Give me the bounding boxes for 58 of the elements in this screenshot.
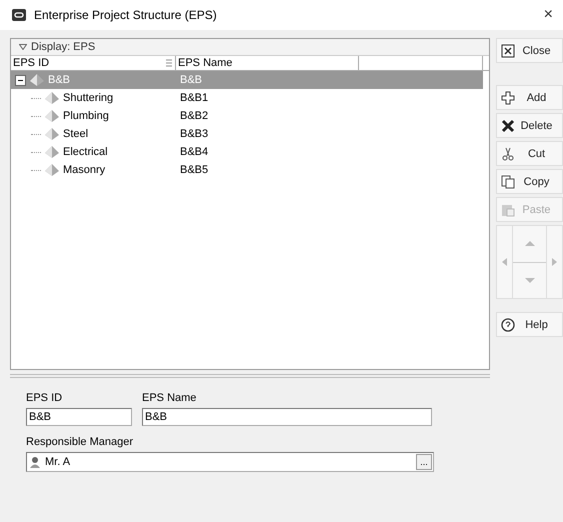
help-button[interactable]: Help bbox=[496, 312, 563, 337]
right-arrow-icon bbox=[552, 258, 557, 266]
pyramid-icon bbox=[45, 146, 59, 158]
display-bar[interactable]: Display: EPS bbox=[11, 39, 489, 56]
window-title: Enterprise Project Structure (EPS) bbox=[34, 8, 218, 22]
eps-name-cell: B&B4 bbox=[180, 146, 208, 158]
close-button[interactable]: × bbox=[534, 6, 563, 24]
manager-field[interactable]: Mr. A ... bbox=[26, 452, 434, 472]
pyramid-icon bbox=[45, 110, 59, 122]
collapse-toggle[interactable] bbox=[15, 74, 26, 86]
caret-icon bbox=[19, 44, 27, 50]
x-icon bbox=[501, 118, 515, 132]
eps-id-cell: Plumbing bbox=[63, 110, 109, 122]
scissors-icon bbox=[501, 146, 515, 160]
copy-button[interactable]: Copy bbox=[496, 169, 563, 194]
eps-id-cell: Masonry bbox=[63, 164, 106, 176]
left-arrow-icon bbox=[502, 258, 507, 266]
eps-name-cell: B&B3 bbox=[180, 128, 208, 140]
column-header[interactable]: EPS Name bbox=[176, 56, 359, 70]
help-icon bbox=[501, 318, 515, 332]
eps-id-cell: Shuttering bbox=[63, 92, 114, 104]
delete-button[interactable]: Delete bbox=[496, 113, 563, 138]
eps-id-cell: Electrical bbox=[63, 146, 108, 158]
browse-button[interactable]: ... bbox=[416, 454, 432, 470]
tree-row[interactable]: Electrical B&B4 bbox=[11, 143, 483, 161]
window-close-icon bbox=[501, 44, 515, 58]
up-arrow-icon bbox=[524, 241, 534, 246]
add-button[interactable]: Add bbox=[496, 85, 563, 110]
display-label: Display: EPS bbox=[31, 41, 96, 53]
pyramid-icon bbox=[45, 92, 59, 104]
cut-button[interactable]: Cut bbox=[496, 141, 563, 166]
tree-row[interactable]: Plumbing B&B2 bbox=[11, 107, 483, 125]
eps-name-field[interactable]: B&B bbox=[142, 408, 432, 426]
copy-icon bbox=[501, 174, 515, 188]
column-header[interactable]: EPS ID bbox=[11, 56, 176, 70]
down-arrow-icon bbox=[524, 278, 534, 283]
field-label: EPS ID bbox=[26, 392, 64, 404]
tree-row[interactable]: Masonry B&B5 bbox=[11, 161, 483, 179]
pyramid-icon bbox=[45, 164, 59, 176]
tree-row[interactable]: Shuttering B&B1 bbox=[11, 89, 483, 107]
pyramid-icon bbox=[45, 128, 59, 140]
person-icon bbox=[29, 456, 41, 468]
sort-icon bbox=[166, 59, 172, 67]
eps-id-cell: Steel bbox=[63, 128, 88, 140]
field-label: EPS Name bbox=[142, 392, 198, 404]
eps-name-cell: B&B5 bbox=[180, 164, 208, 176]
eps-name-cell: B&B bbox=[180, 74, 202, 86]
paste-icon bbox=[501, 202, 515, 216]
field-label: Responsible Manager bbox=[26, 436, 134, 448]
app-icon bbox=[12, 9, 26, 21]
close-button[interactable]: Close bbox=[496, 38, 563, 63]
eps-id-cell: B&B bbox=[48, 74, 70, 86]
eps-id-field[interactable]: B&B bbox=[26, 408, 132, 426]
pyramid-icon bbox=[30, 74, 44, 86]
plus-icon bbox=[501, 90, 515, 104]
tree-row[interactable]: Steel B&B3 bbox=[11, 125, 483, 143]
eps-name-cell: B&B1 bbox=[180, 92, 208, 104]
eps-name-cell: B&B2 bbox=[180, 110, 208, 122]
